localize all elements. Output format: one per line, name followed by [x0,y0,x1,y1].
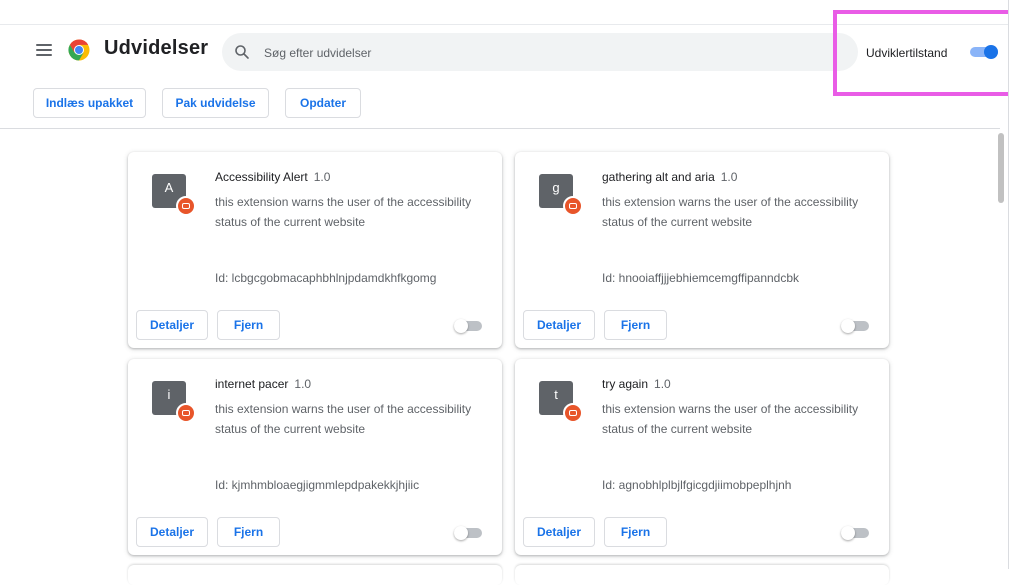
extension-version: 1.0 [313,170,331,184]
extension-name: internet pacer [215,377,289,391]
developer-toolbar: Indlæs upakket Pak udvidelse Opdater [0,88,1010,120]
extension-id: Id: lcbgcgobmacaphbhlnjpdamdkhfkgomg [215,271,437,285]
page-title: Udvidelser [104,37,209,59]
extension-name: try again [602,377,649,391]
extension-icon: t [539,381,583,423]
details-button[interactable]: Detaljer [523,517,595,547]
extension-name: gathering alt and aria [602,170,715,184]
search-icon [235,45,249,59]
details-button[interactable]: Detaljer [136,517,208,547]
developer-mode-label: Udviklertilstand [866,46,948,60]
extension-card-partial [128,565,502,585]
extension-card: t try again 1.0 this extension warns the … [515,359,889,555]
extension-enable-toggle[interactable] [454,319,482,333]
extension-card: g gathering alt and aria 1.0 this extensi… [515,152,889,348]
extension-name: Accessibility Alert [215,170,308,184]
extension-icon: g [539,174,583,216]
adjacent-window-edge [1008,0,1034,569]
extension-id: Id: hnooiaffjjjebhiemcemgffipanndcbk [602,271,800,285]
extension-card: A Accessibility Alert 1.0 this extension … [128,152,502,348]
extension-description: this extension warns the user of the acc… [602,195,859,229]
pack-extension-button[interactable]: Pak udvidelse [162,88,269,118]
extension-version: 1.0 [720,170,738,184]
top-divider [0,24,1010,25]
camera-badge-icon [563,196,583,216]
camera-badge-icon [176,196,196,216]
page-header: Udvidelser Udviklertilstand [0,26,1010,82]
extension-enable-toggle[interactable] [454,526,482,540]
camera-badge-icon [563,403,583,423]
remove-button[interactable]: Fjern [217,517,280,547]
camera-badge-icon [176,403,196,423]
extension-enable-toggle[interactable] [841,526,869,540]
extension-description: this extension warns the user of the acc… [602,402,859,436]
scrollbar[interactable] [994,129,1006,569]
extension-icon: i [152,381,196,423]
extension-id: Id: kjmhmbloaegjigmmlepdpakekkjhjiic [215,478,420,492]
search-input[interactable] [262,42,826,64]
developer-mode-toggle[interactable] [970,45,998,59]
load-unpacked-button[interactable]: Indlæs upakket [33,88,146,118]
extension-icon: A [152,174,196,216]
scrollbar-thumb[interactable] [998,133,1004,203]
extension-description: this extension warns the user of the acc… [215,402,472,436]
extension-card-partial [515,565,889,585]
remove-button[interactable]: Fjern [217,310,280,340]
extension-enable-toggle[interactable] [841,319,869,333]
details-button[interactable]: Detaljer [523,310,595,340]
remove-button[interactable]: Fjern [604,310,667,340]
chrome-logo-icon [68,39,90,61]
extension-card: i internet pacer 1.0 this extension warns… [128,359,502,555]
hamburger-menu-icon[interactable] [36,44,52,56]
extension-id: Id: agnobhlplbjlfgicgdjiimobpeplhjnh [602,478,792,492]
extension-description: this extension warns the user of the acc… [215,195,472,229]
extension-version: 1.0 [654,377,671,391]
toolbar-divider [0,128,1000,129]
update-button[interactable]: Opdater [285,88,361,118]
extension-version: 1.0 [294,377,312,391]
search-box[interactable] [222,33,858,71]
details-button[interactable]: Detaljer [136,310,208,340]
remove-button[interactable]: Fjern [604,517,667,547]
